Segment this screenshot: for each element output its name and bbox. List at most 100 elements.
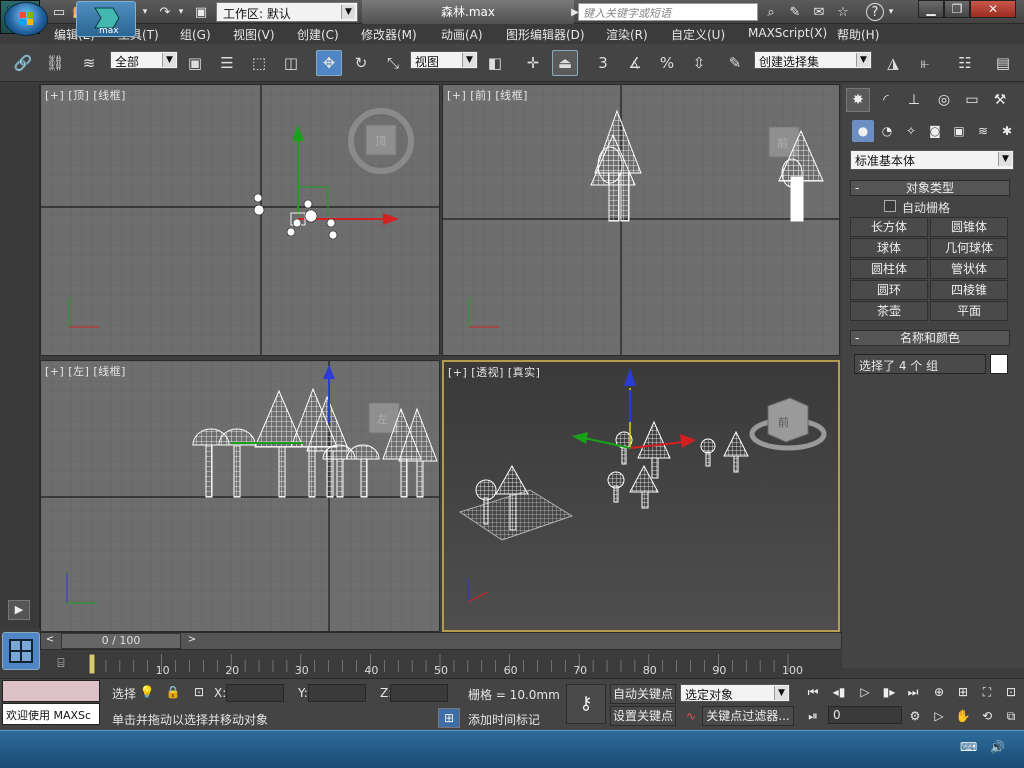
object-name-input[interactable]: 选择了 4 个 组 — [854, 354, 986, 374]
pyramid-button[interactable]: 四棱锥 — [930, 280, 1008, 300]
utilities-tab-icon[interactable]: ⚒ — [988, 88, 1012, 112]
systems-icon[interactable]: ✱ — [996, 120, 1018, 142]
previous-frame-icon[interactable]: ◂▮ — [828, 682, 850, 702]
zoom-all-icon[interactable]: ⊞ — [952, 682, 974, 702]
viewport-label[interactable]: [+] [透视] [真实] — [448, 364, 540, 380]
track-bar[interactable]: 10 20 30 40 50 60 70 80 90 100 — [40, 652, 842, 678]
angle-snap-icon[interactable]: ∡ — [622, 50, 648, 76]
key-filters-curve-icon[interactable]: ∿ — [680, 706, 702, 726]
select-by-name-icon[interactable]: ☰ — [214, 50, 240, 76]
expand-arrow-icon[interactable]: ▶ — [8, 600, 30, 620]
motion-tab-icon[interactable]: ◎ — [932, 88, 956, 112]
search-input[interactable]: 键入关键字或短语 — [578, 3, 758, 21]
time-slider[interactable]: < 0 / 100 > — [40, 632, 842, 650]
field-of-view-icon[interactable]: ▷ — [928, 706, 950, 726]
viewport-label[interactable]: [+] [左] [线框] — [45, 363, 126, 379]
z-coordinate-input[interactable] — [390, 684, 448, 702]
workspace-select[interactable]: 工作区: 默认 ▼ — [216, 2, 358, 22]
keyboard-icon[interactable]: ⌨ — [960, 740, 980, 756]
lights-icon[interactable]: ✧ — [900, 120, 922, 142]
orbit-icon[interactable]: ⟲ — [976, 706, 998, 726]
communication-center-icon[interactable]: ✉ — [810, 3, 828, 21]
select-and-scale-icon[interactable]: ⤡ — [380, 50, 406, 76]
bind-space-warp-icon[interactable]: ≋ — [76, 50, 102, 76]
isolate-selection-icon[interactable]: 💡 — [136, 682, 158, 702]
time-slider-thumb[interactable]: 0 / 100 — [61, 633, 181, 649]
viewport-front[interactable]: 前 [+] [前] [线框] — [442, 84, 840, 356]
create-tab-icon[interactable]: ✸ — [846, 88, 870, 112]
unlink-icon[interactable]: ⛓ — [42, 50, 68, 76]
named-selection-set-input[interactable]: 创建选择集 ▼ — [754, 51, 872, 69]
start-button[interactable] — [4, 2, 48, 36]
plane-button[interactable]: 平面 — [930, 301, 1008, 321]
absolute-mode-icon[interactable]: ⊡ — [188, 682, 210, 702]
help-icon[interactable]: ? — [866, 3, 884, 21]
viewport-label[interactable]: [+] [顶] [线框] — [45, 87, 126, 103]
set-key-button[interactable]: 设置关键点 — [610, 706, 676, 726]
zoom-extents-all-icon[interactable]: ⊡ — [1000, 682, 1022, 702]
display-tab-icon[interactable]: ▭ — [960, 88, 984, 112]
mirror-icon[interactable]: ◮ — [880, 50, 906, 76]
menu-help[interactable]: 帮助(H) — [837, 26, 879, 43]
redo-dropdown-icon[interactable]: ▾ — [176, 3, 186, 21]
tube-button[interactable]: 管状体 — [930, 259, 1008, 279]
geosphere-button[interactable]: 几何球体 — [930, 238, 1008, 258]
layer-manager-icon[interactable]: ☷ — [952, 50, 978, 76]
menu-customize[interactable]: 自定义(U) — [671, 26, 725, 43]
select-manipulate-icon[interactable]: ✛ — [520, 50, 546, 76]
box-button[interactable]: 长方体 — [850, 217, 928, 237]
go-to-start-icon[interactable]: ⏮ — [802, 682, 824, 702]
minimize-button[interactable]: ▁ — [918, 0, 944, 18]
redo-icon[interactable]: ↷ — [156, 3, 174, 21]
shapes-icon[interactable]: ◔ — [876, 120, 898, 142]
cylinder-button[interactable]: 圆柱体 — [850, 259, 928, 279]
menu-group[interactable]: 组(G) — [180, 26, 211, 43]
mini-curve-editor-icon[interactable]: ⌸ — [48, 656, 74, 674]
zoom-extents-icon[interactable]: ⛶ — [976, 682, 998, 702]
current-frame-marker[interactable] — [88, 653, 96, 675]
modify-tab-icon[interactable]: ◜ — [874, 88, 898, 112]
viewcube[interactable]: 前 — [749, 397, 827, 451]
edit-named-selection-icon[interactable]: ✎ — [722, 50, 748, 76]
close-button[interactable]: ✕ — [970, 0, 1016, 18]
graphite-ribbon-icon[interactable]: ▤ — [990, 50, 1016, 76]
menu-views[interactable]: 视图(V) — [233, 26, 275, 43]
add-time-tag-icon[interactable]: ⊞ — [438, 708, 460, 728]
pivot-center-icon[interactable]: ◧ — [482, 50, 508, 76]
torus-button[interactable]: 圆环 — [850, 280, 928, 300]
favorites-star-icon[interactable]: ☆ — [834, 3, 852, 21]
menu-modifiers[interactable]: 修改器(M) — [361, 26, 417, 43]
sphere-button[interactable]: 球体 — [850, 238, 928, 258]
name-color-rollout-header[interactable]: - 名称和颜色 — [850, 330, 1010, 346]
object-color-swatch[interactable] — [990, 354, 1008, 374]
taskbar-3dsmax-button[interactable]: max — [76, 1, 136, 37]
subscription-icon[interactable]: ✎ — [786, 3, 804, 21]
maxscript-mini-listener-pink[interactable] — [2, 680, 100, 702]
link-icon[interactable]: 🔗 — [10, 50, 36, 76]
select-object-icon[interactable]: ▣ — [182, 50, 208, 76]
binoculars-icon[interactable]: ⌕ — [762, 3, 780, 21]
next-frame-icon[interactable]: ▮▸ — [878, 682, 900, 702]
viewport-top[interactable]: 顶 [+] [顶] [线框] — [40, 84, 440, 356]
project-folder-icon[interactable]: ▣ — [192, 3, 210, 21]
select-and-rotate-icon[interactable]: ↻ — [348, 50, 374, 76]
zoom-icon[interactable]: ⊕ — [928, 682, 950, 702]
speaker-icon[interactable]: 🔊 — [990, 740, 1010, 756]
cameras-icon[interactable]: ◙ — [924, 120, 946, 142]
menu-rendering[interactable]: 渲染(R) — [606, 26, 648, 43]
reference-coordinate-select[interactable]: 视图 ▼ — [410, 51, 478, 69]
undo-dropdown-icon[interactable]: ▾ — [140, 3, 150, 21]
selection-lock-icon[interactable]: 🔒 — [162, 682, 184, 702]
current-frame-input[interactable]: 0 — [828, 706, 902, 724]
pan-view-icon[interactable]: ✋ — [952, 706, 974, 726]
menu-graph-editors[interactable]: 图形编辑器(D) — [506, 26, 585, 43]
object-type-rollout-header[interactable]: - 对象类型 — [850, 180, 1010, 196]
time-next-icon[interactable]: > — [185, 634, 199, 648]
go-to-end-icon[interactable]: ⏭ — [902, 682, 924, 702]
window-crossing-icon[interactable]: ◫ — [278, 50, 304, 76]
helpers-icon[interactable]: ▣ — [948, 120, 970, 142]
key-filters-button[interactable]: 关键点过滤器... — [702, 706, 794, 726]
menu-create[interactable]: 创建(C) — [297, 26, 339, 43]
geometry-type-select[interactable]: 标准基本体 ▼ — [850, 150, 1014, 170]
rectangular-selection-icon[interactable]: ⬚ — [246, 50, 272, 76]
